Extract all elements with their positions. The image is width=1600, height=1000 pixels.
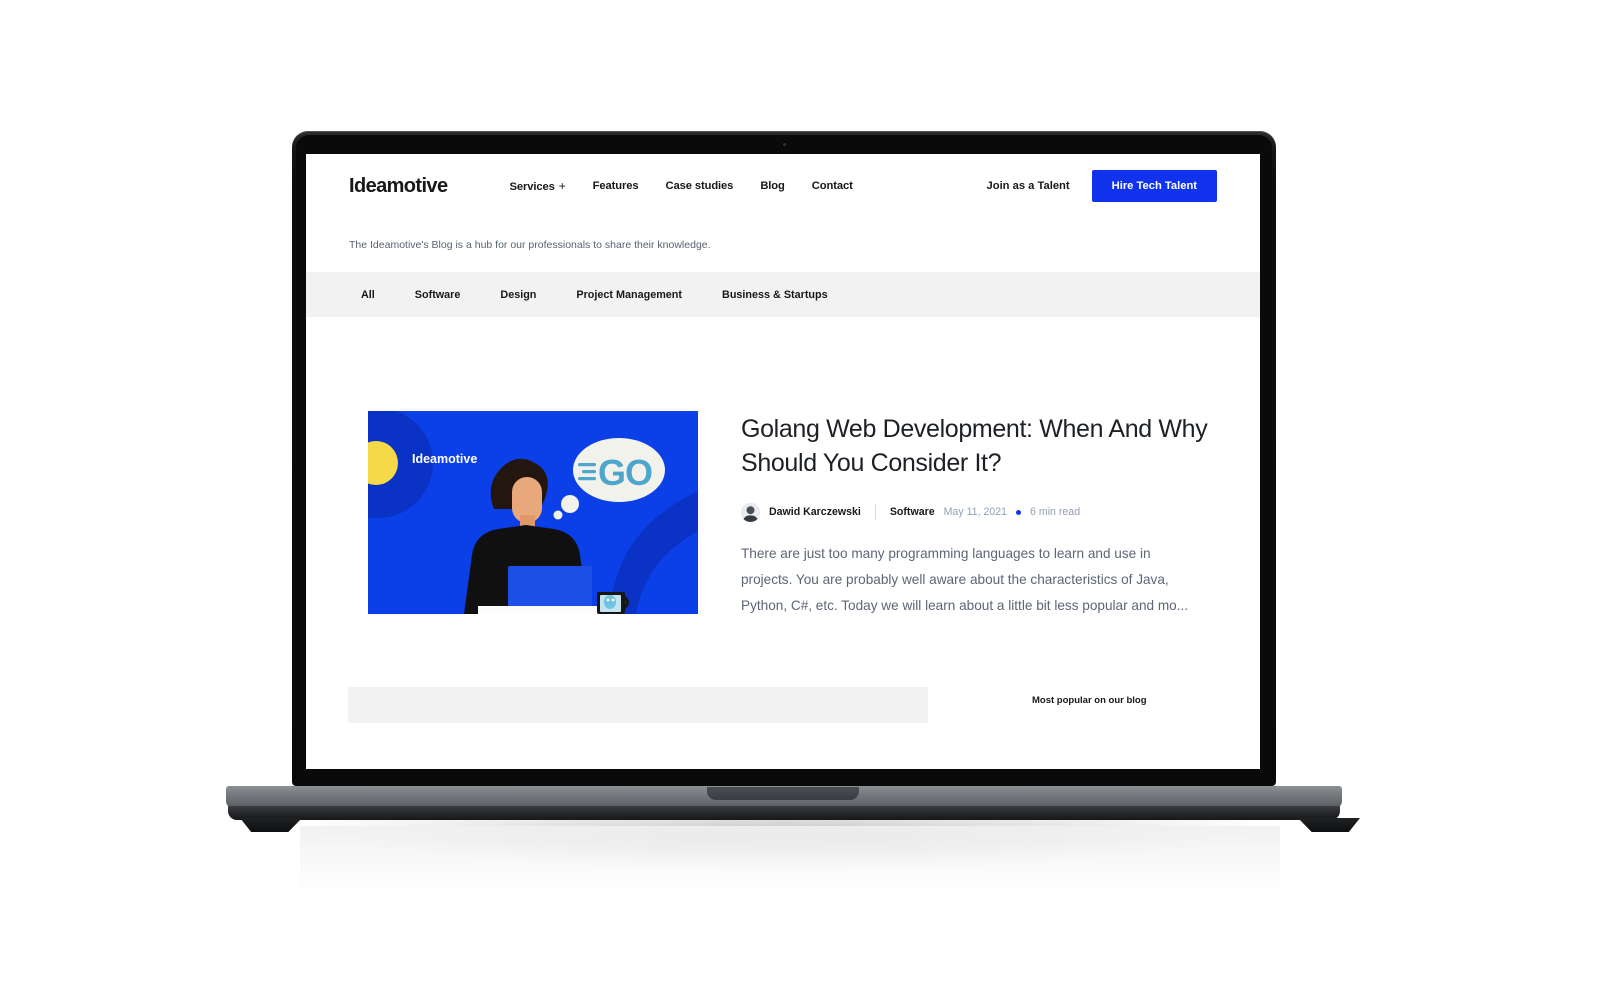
laptop-ground-glow	[300, 826, 1280, 896]
post-date: May 11, 2021	[943, 506, 1008, 518]
category-tab-project-management[interactable]: Project Management	[576, 289, 682, 301]
brand-logo[interactable]: Ideamotive	[349, 175, 448, 198]
author-name: Dawid Karczewski	[769, 506, 861, 518]
next-post-placeholder[interactable]	[348, 686, 928, 723]
nav-item-case-studies[interactable]: Case studies	[665, 180, 733, 192]
nav-item-contact[interactable]: Contact	[812, 180, 853, 192]
golang-illustration-icon: Ideamotive GO	[368, 411, 698, 614]
blog-tagline: The Ideamotive's Blog is a hub for our p…	[349, 239, 711, 251]
post-read-time: 6 min read	[1030, 506, 1081, 518]
bullet-dot-icon	[1016, 509, 1022, 515]
featured-post: Ideamotive GO Golang Web Development: Wh…	[306, 317, 1260, 619]
category-tab-software[interactable]: Software	[415, 289, 461, 301]
below-fold-row: Most popular on our blog	[306, 686, 1260, 723]
main-navigation: Services + Features Case studies Blog Con…	[509, 179, 852, 193]
nav-item-services[interactable]: Services +	[509, 179, 565, 193]
most-popular-heading: Most popular on our blog	[1032, 694, 1147, 706]
category-filter-bar: All Software Design Project Management B…	[306, 272, 1260, 317]
svg-text:Ideamotive: Ideamotive	[412, 452, 477, 466]
nav-item-services-label: Services	[509, 181, 555, 193]
join-as-talent-link[interactable]: Join as a Talent	[987, 180, 1070, 192]
screenshot-stage: Ideamotive Services + Features Case studi…	[0, 0, 1600, 1000]
featured-post-meta: Dawid Karczewski Software May 11, 2021 6…	[741, 502, 1210, 522]
header-actions: Join as a Talent Hire Tech Talent	[987, 170, 1217, 202]
featured-post-thumbnail[interactable]: Ideamotive GO	[368, 411, 698, 614]
nav-item-blog[interactable]: Blog	[760, 180, 785, 192]
blog-tagline-row: The Ideamotive's Blog is a hub for our p…	[306, 218, 1260, 272]
meta-divider	[874, 504, 876, 520]
category-tab-design[interactable]: Design	[500, 289, 536, 301]
author-avatar	[741, 502, 760, 522]
webcam-icon	[783, 143, 786, 146]
laptop-base-front	[228, 806, 1340, 820]
featured-post-title[interactable]: Golang Web Development: When And Why Sho…	[741, 413, 1210, 481]
avatar-photo-icon	[741, 502, 760, 522]
laptop-mockup: Ideamotive Services + Features Case studi…	[0, 0, 1600, 1000]
featured-post-excerpt: There are just too many programming lang…	[741, 545, 1189, 613]
category-tab-all[interactable]: All	[361, 289, 375, 301]
featured-post-body: Golang Web Development: When And Why Sho…	[741, 411, 1210, 619]
nav-item-features[interactable]: Features	[593, 180, 639, 192]
plus-icon: +	[558, 179, 566, 193]
category-tab-business-startups[interactable]: Business & Startups	[722, 289, 828, 301]
laptop-screen: Ideamotive Services + Features Case studi…	[306, 154, 1260, 769]
site-header: Ideamotive Services + Features Case studi…	[306, 154, 1260, 218]
svg-text:GO: GO	[598, 452, 652, 493]
hire-tech-talent-button[interactable]: Hire Tech Talent	[1091, 170, 1217, 202]
post-category[interactable]: Software	[890, 506, 935, 518]
website-viewport: Ideamotive Services + Features Case studi…	[306, 154, 1260, 769]
laptop-base-notch	[707, 787, 859, 800]
